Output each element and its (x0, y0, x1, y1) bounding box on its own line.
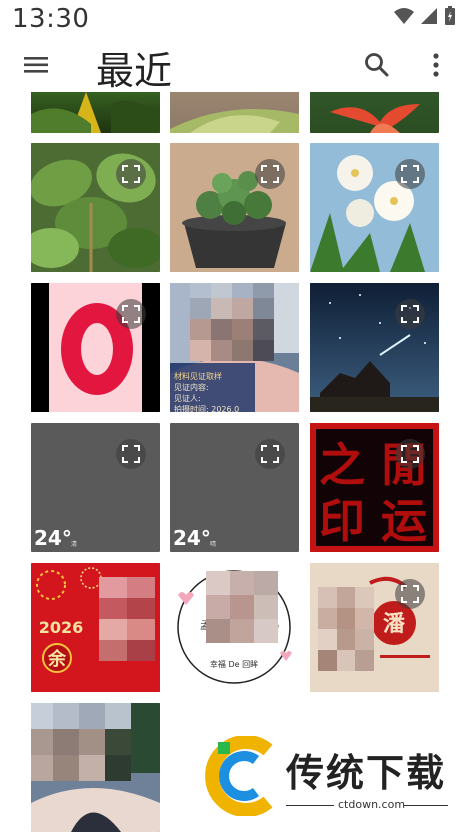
photo-tile[interactable]: 之 閒 印 运 (310, 423, 439, 552)
wifi-icon (394, 8, 414, 24)
photo-grid: 材料见证取样 见证内容: 见证人: 拍摄时间: 2026.0 24° 清 24°… (0, 92, 470, 836)
fullscreen-icon (122, 165, 140, 183)
svg-text:2026: 2026 (39, 618, 84, 637)
photo-tile[interactable] (310, 143, 439, 272)
fullscreen-icon (122, 305, 140, 323)
watermark-line-left (286, 805, 334, 806)
fullscreen-icon (401, 585, 419, 603)
weather-label: 清 (71, 541, 78, 548)
poster-line-1: 材料见证取样 (174, 372, 222, 381)
expand-button[interactable] (395, 299, 425, 329)
photo-tile[interactable] (31, 143, 160, 272)
weather-temperature: 24° (173, 526, 211, 550)
photo-tile[interactable] (31, 703, 160, 832)
expand-button[interactable] (395, 579, 425, 609)
photo-tile[interactable]: 余 2026 (31, 563, 160, 692)
svg-text:之: 之 (319, 438, 365, 492)
photo-tile[interactable] (310, 92, 439, 133)
watermark-brand: 传统下载 (286, 751, 447, 795)
photo-tile[interactable]: 材料见证取样 见证内容: 见证人: 拍摄时间: 2026.0 (170, 283, 299, 412)
signal-icon (421, 8, 437, 24)
menu-button[interactable] (22, 50, 52, 80)
hamburger-icon (24, 57, 48, 73)
photo-tile[interactable]: 潘 (310, 563, 439, 692)
fullscreen-icon (261, 165, 279, 183)
mosaic-blur (31, 703, 131, 781)
ctdown-logo-icon (205, 736, 273, 816)
mosaic-blur (99, 577, 155, 661)
status-bar: 13:30 (0, 0, 470, 40)
poster-line-2: 见证内容: (174, 383, 209, 392)
svg-text:幸福 De 回眸: 幸福 De 回眸 (210, 659, 258, 669)
fullscreen-icon (122, 445, 140, 463)
watermark-line-right (404, 805, 448, 806)
photo-plant-green (170, 109, 299, 133)
photo-tile[interactable]: 孟 爸 妈 妈 幸福 De 回眸 (170, 563, 299, 692)
photo-tile[interactable] (31, 283, 160, 412)
fullscreen-icon (261, 445, 279, 463)
app-bar: 最近 (0, 40, 470, 93)
photo-tile[interactable] (170, 92, 299, 133)
weather-label: 晴 (210, 541, 217, 548)
watermark: 传统下载 ctdown.com (198, 736, 448, 816)
battery-icon (445, 6, 455, 25)
photo-flower-red (330, 104, 420, 133)
expand-button[interactable] (395, 439, 425, 469)
svg-text:余: 余 (47, 648, 67, 670)
poster-line-3: 见证人: (174, 394, 201, 403)
more-options-button[interactable] (424, 50, 448, 80)
page-title: 最近 (96, 49, 173, 93)
weather-temperature: 24° (34, 526, 72, 550)
mosaic-blur (206, 571, 278, 643)
more-vert-icon (433, 53, 439, 77)
mosaic-blur (190, 283, 274, 361)
expand-button[interactable] (255, 439, 285, 469)
expand-button[interactable] (116, 299, 146, 329)
photo-tile[interactable] (31, 92, 160, 133)
search-icon (365, 53, 389, 77)
expand-button[interactable] (255, 159, 285, 189)
fullscreen-icon (401, 305, 419, 323)
photo-tile[interactable] (170, 143, 299, 272)
fullscreen-icon (401, 165, 419, 183)
photo-tile[interactable]: 24° 晴 (170, 423, 299, 552)
mosaic-blur (318, 587, 374, 671)
search-button[interactable] (362, 50, 392, 80)
photo-tile[interactable] (310, 283, 439, 412)
watermark-domain: ctdown.com (338, 798, 406, 811)
status-time: 13:30 (12, 4, 90, 34)
photo-tile[interactable]: 24° 清 (31, 423, 160, 552)
expand-button[interactable] (116, 159, 146, 189)
poster-line-4: 拍摄时间: 2026.0 (174, 405, 240, 412)
svg-text:潘: 潘 (383, 611, 406, 637)
expand-button[interactable] (116, 439, 146, 469)
expand-button[interactable] (395, 159, 425, 189)
status-icons (394, 6, 456, 26)
svg-text:印: 印 (319, 494, 365, 548)
fullscreen-icon (401, 445, 419, 463)
photo-plant-yellow (31, 92, 160, 133)
poster-caption: 材料见证取样 见证内容: 见证人: 拍摄时间: 2026.0 (174, 371, 254, 412)
svg-text:运: 运 (381, 494, 427, 548)
